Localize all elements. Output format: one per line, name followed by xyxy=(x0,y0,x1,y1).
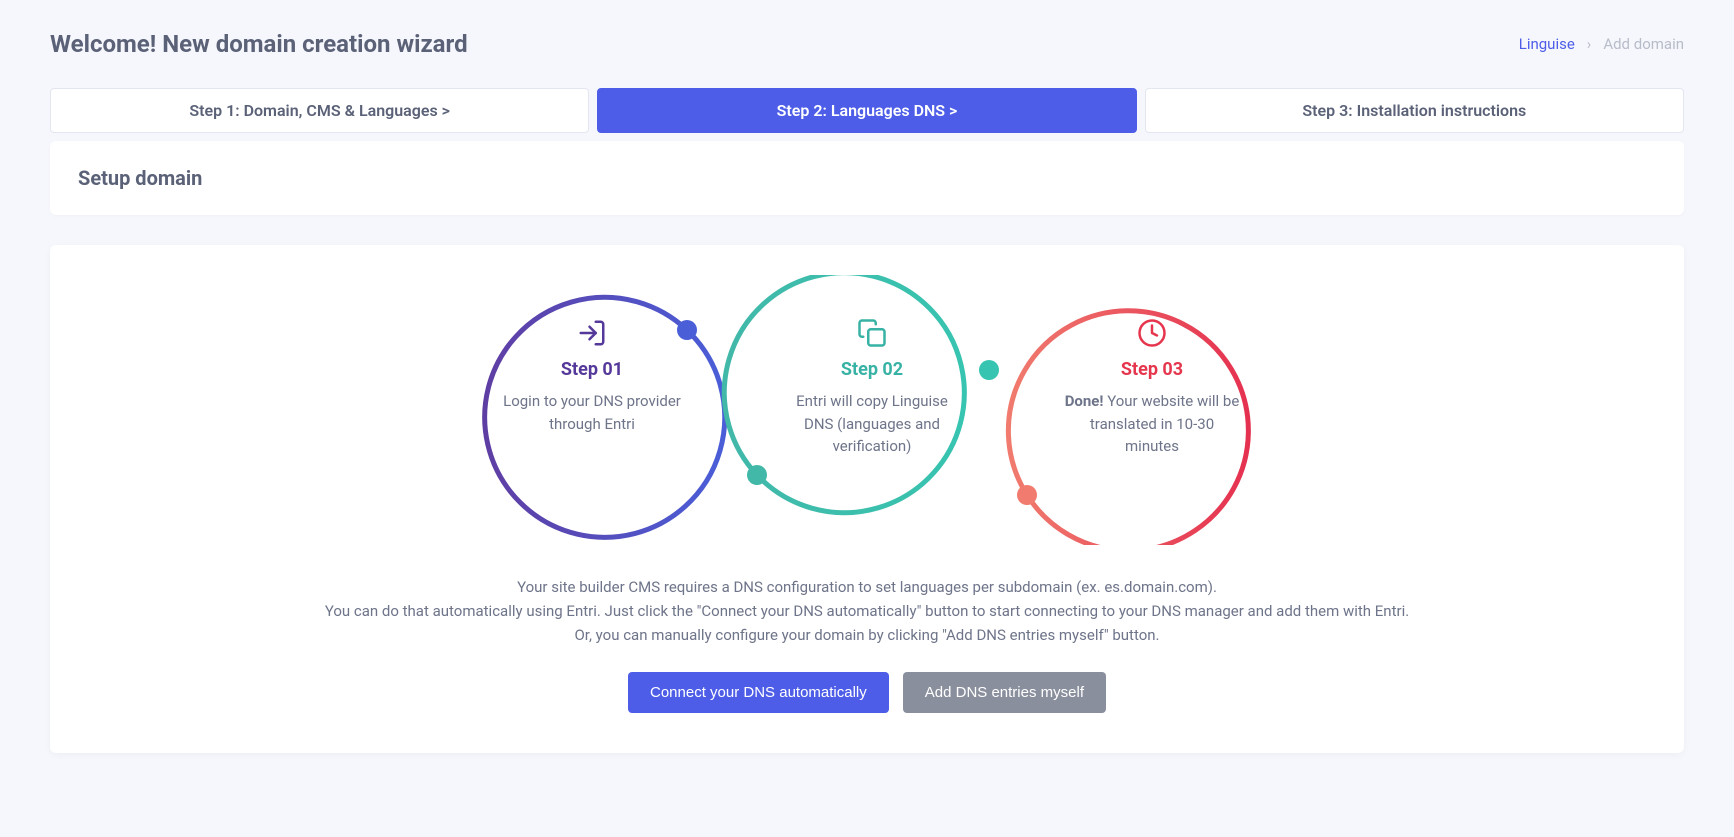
breadcrumb-root-link[interactable]: Linguise xyxy=(1519,35,1575,53)
add-dns-manually-button[interactable]: Add DNS entries myself xyxy=(903,672,1106,713)
content-panel: Step 01 Login to your DNS provider throu… xyxy=(50,245,1684,753)
steps-diagram: Step 01 Login to your DNS provider throu… xyxy=(90,275,1644,545)
page-header: Welcome! New domain creation wizard Ling… xyxy=(50,30,1684,58)
step-3-block: Step 03 Done! Your website will be trans… xyxy=(1062,315,1242,458)
panel-title: Setup domain xyxy=(78,166,1656,190)
login-icon xyxy=(502,315,682,351)
tab-step-2[interactable]: Step 2: Languages DNS > xyxy=(597,88,1136,133)
step-2-title: Step 02 xyxy=(782,359,962,380)
step-1-title: Step 01 xyxy=(502,359,682,380)
info-text: Your site builder CMS requires a DNS con… xyxy=(90,575,1644,647)
copy-icon xyxy=(782,315,962,351)
breadcrumb: Linguise › Add domain xyxy=(1519,35,1684,53)
wizard-tabs: Step 1: Domain, CMS & Languages > Step 2… xyxy=(50,88,1684,133)
connect-dns-button[interactable]: Connect your DNS automatically xyxy=(628,672,889,713)
clock-icon xyxy=(1062,315,1242,351)
tab-step-1[interactable]: Step 1: Domain, CMS & Languages > xyxy=(50,88,589,133)
step-3-desc: Done! Your website will be translated in… xyxy=(1062,390,1242,458)
info-line-3: Or, you can manually configure your doma… xyxy=(90,623,1644,647)
step-2-desc: Entri will copy Linguise DNS (languages … xyxy=(782,390,962,458)
setup-panel: Setup domain xyxy=(50,141,1684,215)
info-line-1: Your site builder CMS requires a DNS con… xyxy=(90,575,1644,599)
step-3-title: Step 03 xyxy=(1062,359,1242,380)
breadcrumb-current: Add domain xyxy=(1603,35,1684,53)
page-title: Welcome! New domain creation wizard xyxy=(50,30,468,58)
action-buttons: Connect your DNS automatically Add DNS e… xyxy=(90,672,1644,713)
info-line-2: You can do that automatically using Entr… xyxy=(90,599,1644,623)
step-1-block: Step 01 Login to your DNS provider throu… xyxy=(502,315,682,435)
step-2-block: Step 02 Entri will copy Linguise DNS (la… xyxy=(782,315,962,458)
step-1-desc: Login to your DNS provider through Entri xyxy=(502,390,682,435)
chevron-right-icon: › xyxy=(1587,35,1592,53)
tab-step-3[interactable]: Step 3: Installation instructions xyxy=(1145,88,1684,133)
